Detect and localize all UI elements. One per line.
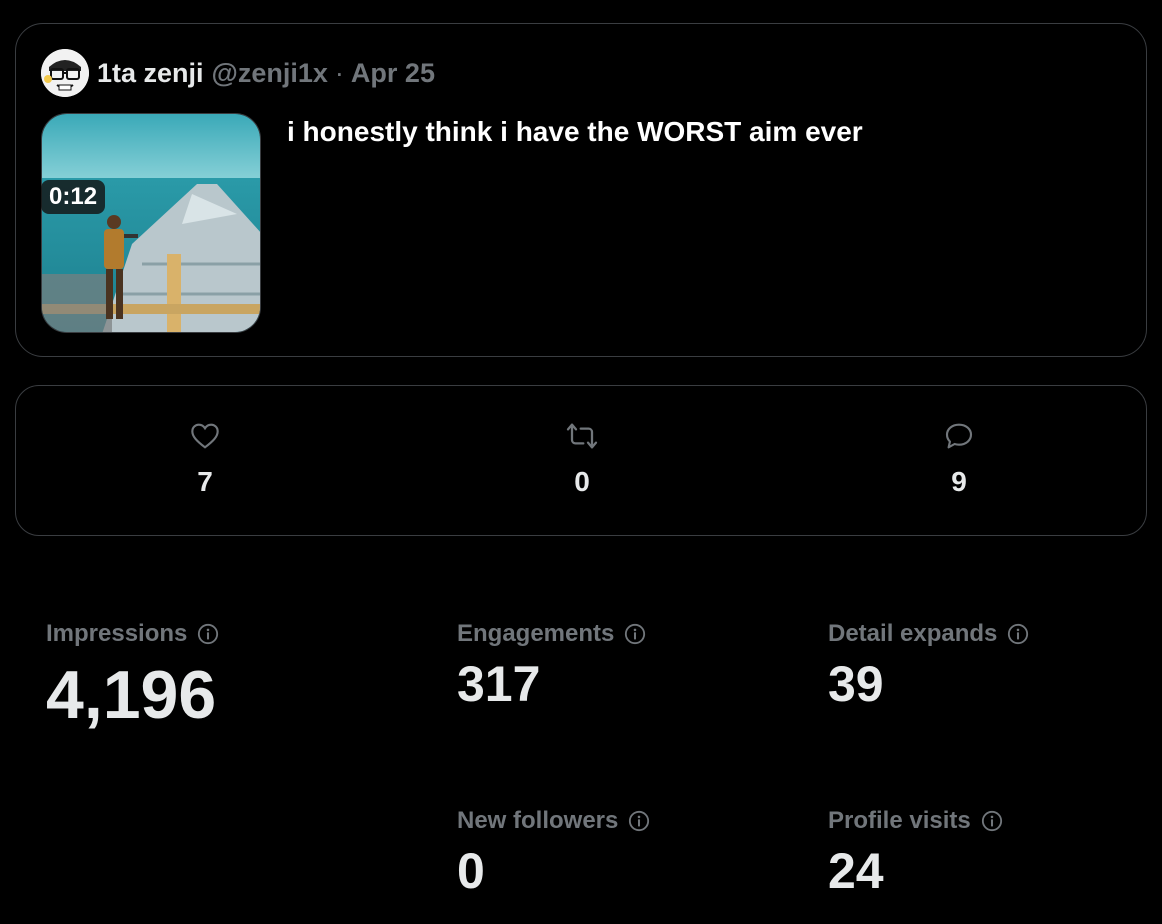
engagement-actions-card: 7 0 9	[15, 385, 1147, 536]
metric-new-followers: New followers 0	[457, 806, 650, 896]
reply-icon	[945, 423, 973, 449]
reply-action[interactable]: 9	[919, 420, 999, 498]
profile-visits-label-text: Profile visits	[828, 807, 971, 834]
tweet-header: 1ta zenji @zenji1x · Apr 25	[41, 48, 435, 98]
info-icon[interactable]	[624, 623, 646, 645]
impressions-value: 4,196	[46, 657, 217, 733]
like-count: 7	[197, 466, 213, 497]
detail-expands-label-text: Detail expands	[828, 620, 998, 647]
retweet-count: 0	[574, 466, 590, 497]
retweet-icon	[566, 423, 598, 449]
detail-expands-label: Detail expands	[828, 619, 1029, 649]
retweet-action[interactable]: 0	[542, 420, 622, 498]
impressions-label-text: Impressions	[46, 620, 188, 647]
metric-profile-visits: Profile visits 24	[828, 806, 1003, 896]
info-icon[interactable]	[981, 810, 1003, 832]
video-thumbnail[interactable]	[41, 113, 261, 333]
metric-detail-expands: Detail expands 39	[828, 619, 1029, 709]
display-name[interactable]: 1ta zenji	[97, 58, 204, 89]
new-followers-label: New followers	[457, 806, 650, 836]
engagements-label: Engagements	[457, 619, 646, 649]
impressions-label: Impressions	[46, 619, 219, 649]
metric-engagements: Engagements 317	[457, 619, 646, 709]
new-followers-value: 0	[457, 843, 485, 899]
tweet-date[interactable]: Apr 25	[351, 58, 435, 89]
reply-count: 9	[951, 466, 967, 497]
info-icon[interactable]	[1007, 623, 1029, 645]
new-followers-label-text: New followers	[457, 807, 619, 834]
avatar[interactable]	[41, 49, 89, 97]
profile-visits-label: Profile visits	[828, 806, 1003, 836]
engagements-value: 317	[457, 656, 541, 712]
video-duration: 0:12	[49, 183, 98, 210]
info-icon[interactable]	[197, 623, 219, 645]
engagements-label-text: Engagements	[457, 620, 615, 647]
separator-dot: ·	[334, 57, 344, 88]
metric-impressions: Impressions 4,196	[46, 619, 219, 729]
detail-expands-value: 39	[828, 656, 884, 712]
user-handle[interactable]: @zenji1x	[212, 58, 328, 89]
profile-visits-value: 24	[828, 843, 884, 899]
like-action[interactable]: 7	[165, 420, 245, 498]
info-icon[interactable]	[628, 810, 650, 832]
avatar-image	[41, 49, 89, 97]
tweet-analytics-page: 1ta zenji @zenji1x · Apr 25 0:12 i hones…	[0, 0, 1162, 924]
video-thumbnail-image	[42, 114, 260, 332]
tweet-card[interactable]: 1ta zenji @zenji1x · Apr 25 0:12 i hones…	[15, 23, 1147, 357]
heart-icon	[191, 423, 219, 449]
tweet-text: i honestly think i have the WORST aim ev…	[287, 116, 863, 147]
video-duration-badge: 0:12	[41, 180, 106, 214]
